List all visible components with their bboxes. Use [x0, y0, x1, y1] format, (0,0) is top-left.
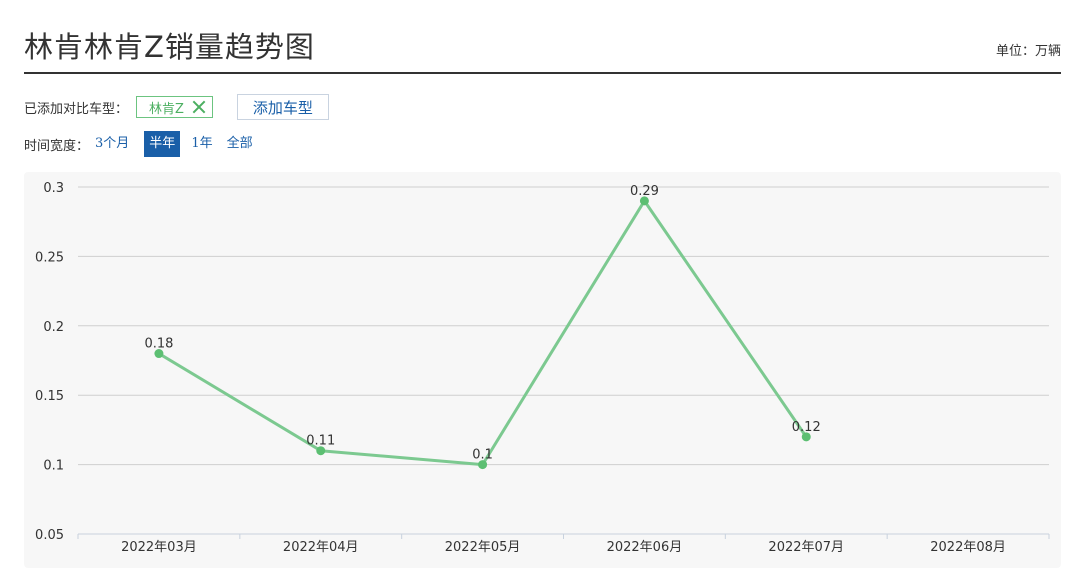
y-tick-label: 0.3	[43, 181, 64, 196]
time-range-row: 时间宽度： 3个月 半年 1年 全部	[24, 131, 256, 157]
y-tick-label: 0.1	[43, 459, 64, 474]
x-tick-label: 2022年03月	[121, 540, 197, 555]
page: 林肯林肯Z销量趋势图 单位：万辆 已添加对比车型： 林肯Z 添加车型 时间宽度：…	[0, 0, 1080, 578]
data-label: 0.29	[630, 184, 659, 199]
x-tick-label: 2022年07月	[768, 540, 844, 555]
y-tick-label: 0.05	[35, 528, 64, 543]
model-tag-label: 林肯Z	[149, 101, 184, 117]
time-range-label: 时间宽度：	[24, 138, 90, 154]
model-tag[interactable]: 林肯Z	[136, 96, 213, 118]
compare-label: 已添加对比车型：	[24, 101, 129, 117]
series-line	[158, 199, 808, 467]
x-tick-label: 2022年04月	[283, 540, 359, 555]
x-tick-label: 2022年06月	[607, 540, 683, 555]
time-option-3-months[interactable]: 3个月	[92, 131, 132, 157]
y-tick-label: 0.25	[35, 250, 64, 265]
data-label: 0.11	[306, 434, 335, 449]
time-option-all[interactable]: 全部	[224, 131, 256, 157]
x-tick-label: 2022年05月	[445, 540, 521, 555]
y-tick-label: 0.15	[35, 389, 64, 404]
data-label: 0.18	[144, 337, 173, 352]
x-tick-label: 2022年08月	[930, 540, 1006, 555]
data-label: 0.12	[792, 420, 821, 435]
add-model-button[interactable]: 添加车型	[236, 94, 329, 120]
y-tick-label: 0.2	[43, 320, 64, 335]
sales-line-chart: 0.05 0.1 0.15 0.2 0.25 0.3 2022年03月 2022年04月 202…	[35, 181, 1050, 555]
compare-row: 已添加对比车型： 林肯Z 添加车型	[24, 93, 329, 121]
time-option-half-year[interactable]: 半年	[144, 131, 181, 157]
chart-panel: 0.05 0.1 0.15 0.2 0.25 0.3 2022年03月 2022年04月 202…	[24, 172, 1061, 568]
time-option-1-year[interactable]: 1年	[188, 131, 215, 157]
header: 林肯林肯Z销量趋势图 单位：万辆	[24, 18, 1061, 74]
unit-label: 单位：万辆	[995, 44, 1061, 59]
data-label: 0.1	[472, 448, 493, 463]
page-title: 林肯林肯Z销量趋势图	[24, 30, 315, 64]
close-icon[interactable]	[192, 100, 206, 114]
